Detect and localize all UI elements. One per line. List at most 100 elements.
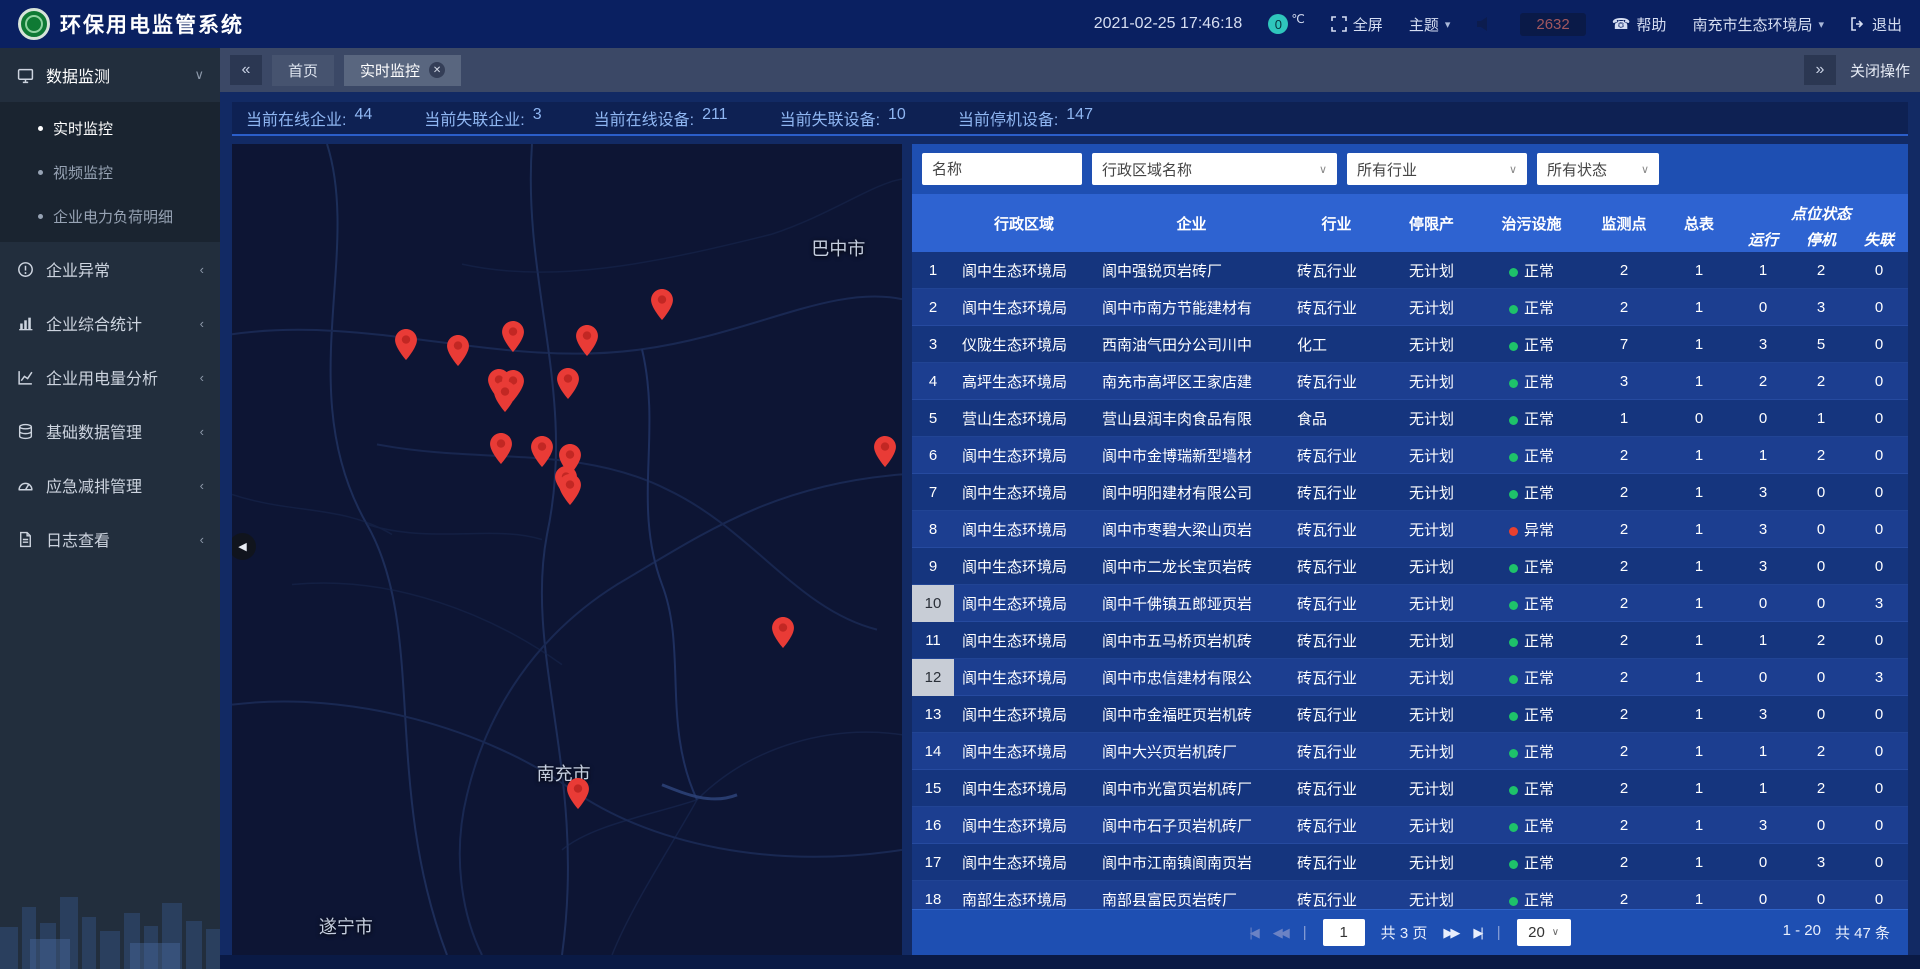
status-dot-icon [1509,786,1518,795]
last-page-button[interactable]: ▶| [1473,925,1480,941]
cell-region: 阆中生态环境局 [954,815,1094,836]
map-marker-icon[interactable] [651,289,673,320]
fullscreen-button[interactable]: 全屏 [1331,14,1383,35]
table-row[interactable]: 4高坪生态环境局南充市高坪区王家店建砖瓦行业无计划正常31220 [912,363,1908,400]
next-page-button[interactable]: ▶▶ [1443,925,1457,941]
map-marker-icon[interactable] [874,436,896,467]
table-row[interactable]: 14阆中生态环境局阆中大兴页岩机砖厂砖瓦行业无计划正常21120 [912,733,1908,770]
sidebar-item-emergency-reduction[interactable]: 应急减排管理 ‹ [0,458,220,512]
table-row[interactable]: 13阆中生态环境局阆中市金福旺页岩机砖砖瓦行业无计划正常21300 [912,696,1908,733]
map-marker-icon[interactable] [490,433,512,464]
status-select-value: 所有状态 [1547,159,1607,180]
theme-dropdown[interactable]: 主题 ▾ [1409,14,1451,35]
map-marker-icon[interactable] [772,617,794,648]
table-row[interactable]: 12阆中生态环境局阆中市忠信建材有限公砖瓦行业无计划正常21003 [912,659,1908,696]
close-operations-button[interactable]: 关闭操作 [1850,60,1910,81]
sidebar-item-base-data[interactable]: 基础数据管理 ‹ [0,404,220,458]
table-row[interactable]: 9阆中生态环境局阆中市二龙长宝页岩砖砖瓦行业无计划正常21300 [912,548,1908,585]
cell-run: 0 [1734,854,1792,871]
tab-bar: « 首页 实时监控 ✕ » 关闭操作 [220,48,1920,92]
cell-points: 3 [1584,373,1664,390]
chevron-left-icon: ‹ [200,478,204,493]
map-marker-icon[interactable] [576,325,598,356]
cell-run: 3 [1734,706,1792,723]
stats-bar: 当前在线企业:44 当前失联企业:3 当前在线设备:211 当前失联设备:10 … [232,102,1908,136]
sidebar-item-label: 企业综合统计 [46,311,142,335]
map-marker-icon[interactable] [447,335,469,366]
page-size-select[interactable]: 20 ∨ [1517,919,1571,946]
map-marker-icon[interactable] [502,321,524,352]
map-marker-icon[interactable] [557,368,579,399]
table-row[interactable]: 11阆中生态环境局阆中市五马桥页岩机砖砖瓦行业无计划正常21120 [912,622,1908,659]
industry-select[interactable]: 所有行业 ∨ [1347,153,1527,185]
cell-meter: 1 [1664,817,1734,834]
map-city-label: 遂宁市 [319,913,373,939]
name-search-input[interactable] [922,153,1082,185]
cell-limit: 无计划 [1384,667,1479,688]
first-page-button[interactable]: |◀ [1249,925,1256,941]
table-row[interactable]: 2阆中生态环境局阆中市南方节能建材有砖瓦行业无计划正常21030 [912,289,1908,326]
tabs-scroll-left-button[interactable]: « [230,55,262,85]
map-marker-icon[interactable] [567,778,589,809]
table-row[interactable]: 7阆中生态环境局阆中明阳建材有限公司砖瓦行业无计划正常21300 [912,474,1908,511]
logout-button[interactable]: 退出 [1850,14,1902,35]
cell-company: 阆中大兴页岩机砖厂 [1094,741,1289,762]
cell-company: 阆中市金博瑞新型墙材 [1094,445,1289,466]
sidebar-item-power-load-detail[interactable]: 企业电力负荷明细 [0,194,220,238]
region-select[interactable]: 行政区域名称 ∨ [1092,153,1337,185]
cell-region: 阆中生态环境局 [954,778,1094,799]
map-marker-icon[interactable] [531,436,553,467]
cell-company: 阆中市南方节能建材有 [1094,297,1289,318]
close-icon[interactable]: ✕ [429,62,445,78]
sidebar-item-realtime-monitor[interactable]: 实时监控 [0,106,220,150]
map-marker-icon[interactable] [395,329,417,360]
sidebar-item-logs[interactable]: 日志查看 ‹ [0,512,220,566]
cell-facility: 异常 [1479,519,1584,540]
cell-facility: 正常 [1479,408,1584,429]
page-input[interactable] [1323,919,1365,946]
table-row[interactable]: 5营山生态环境局营山县润丰肉食品有限食品无计划正常10010 [912,400,1908,437]
sidebar-subitem-label: 企业电力负荷明细 [53,206,173,227]
tab-home[interactable]: 首页 [272,55,334,86]
cell-limit: 无计划 [1384,778,1479,799]
status-select[interactable]: 所有状态 ∨ [1537,153,1659,185]
cell-facility: 正常 [1479,445,1584,466]
app-root: 环保用电监管系统 2021-02-25 17:46:18 0 ℃ 全屏 主题 ▾… [0,0,1920,969]
table-row[interactable]: 1阆中生态环境局阆中强锐页岩砖厂砖瓦行业无计划正常21120 [912,252,1908,289]
help-button[interactable]: ☎ 帮助 [1612,14,1667,35]
document-icon [16,530,34,548]
sidebar-item-enterprise-abnormal[interactable]: 企业异常 ‹ [0,242,220,296]
table-row[interactable]: 16阆中生态环境局阆中市石子页岩机砖厂砖瓦行业无计划正常21300 [912,807,1908,844]
map-marker-icon[interactable] [559,474,581,505]
map-marker-icon[interactable] [494,381,516,412]
monitor-icon [16,66,34,84]
table-row[interactable]: 15阆中生态环境局阆中市光富页岩机砖厂砖瓦行业无计划正常21120 [912,770,1908,807]
cell-row-number: 4 [912,363,954,400]
table-row[interactable]: 3仪陇生态环境局西南油气田分公司川中化工无计划正常71350 [912,326,1908,363]
cell-points: 2 [1584,817,1664,834]
table-row[interactable]: 8阆中生态环境局阆中市枣碧大梁山页岩砖瓦行业无计划异常21300 [912,511,1908,548]
status-dot-icon [1509,379,1518,388]
table-row[interactable]: 6阆中生态环境局阆中市金博瑞新型墙材砖瓦行业无计划正常21120 [912,437,1908,474]
table-row[interactable]: 18南部生态环境局南部县富民页岩砖厂砖瓦行业无计划正常21000 [912,881,1908,909]
tab-label: 实时监控 [360,60,420,81]
sidebar-item-enterprise-statistics[interactable]: 企业综合统计 ‹ [0,296,220,350]
chevron-down-icon: ∨ [194,67,204,83]
map-panel[interactable]: 巴中市南充市遂宁市 ◀ [232,144,902,955]
logout-icon [1850,16,1866,32]
sidebar-item-data-monitoring[interactable]: 数据监测 ∨ [0,48,220,102]
table-row[interactable]: 10阆中生态环境局阆中千佛镇五郎垭页岩砖瓦行业无计划正常21003 [912,585,1908,622]
cell-meter: 1 [1664,262,1734,279]
sidebar-item-power-analysis[interactable]: 企业用电量分析 ‹ [0,350,220,404]
tabs-scroll-right-button[interactable]: » [1804,55,1836,85]
tab-realtime-monitor[interactable]: 实时监控 ✕ [344,55,461,86]
table-row[interactable]: 17阆中生态环境局阆中市江南镇阆南页岩砖瓦行业无计划正常21030 [912,844,1908,881]
col-header-limit: 停限产 [1384,194,1479,252]
prev-page-button[interactable]: ◀◀ [1273,925,1287,941]
cell-run: 2 [1734,373,1792,390]
alarm-speaker-button[interactable] [1476,16,1494,32]
cell-points: 2 [1584,632,1664,649]
org-dropdown[interactable]: 南充市生态环境局 ▾ [1692,14,1824,35]
alert-count-badge[interactable]: 2632 [1520,13,1585,36]
sidebar-item-video-monitor[interactable]: 视频监控 [0,150,220,194]
